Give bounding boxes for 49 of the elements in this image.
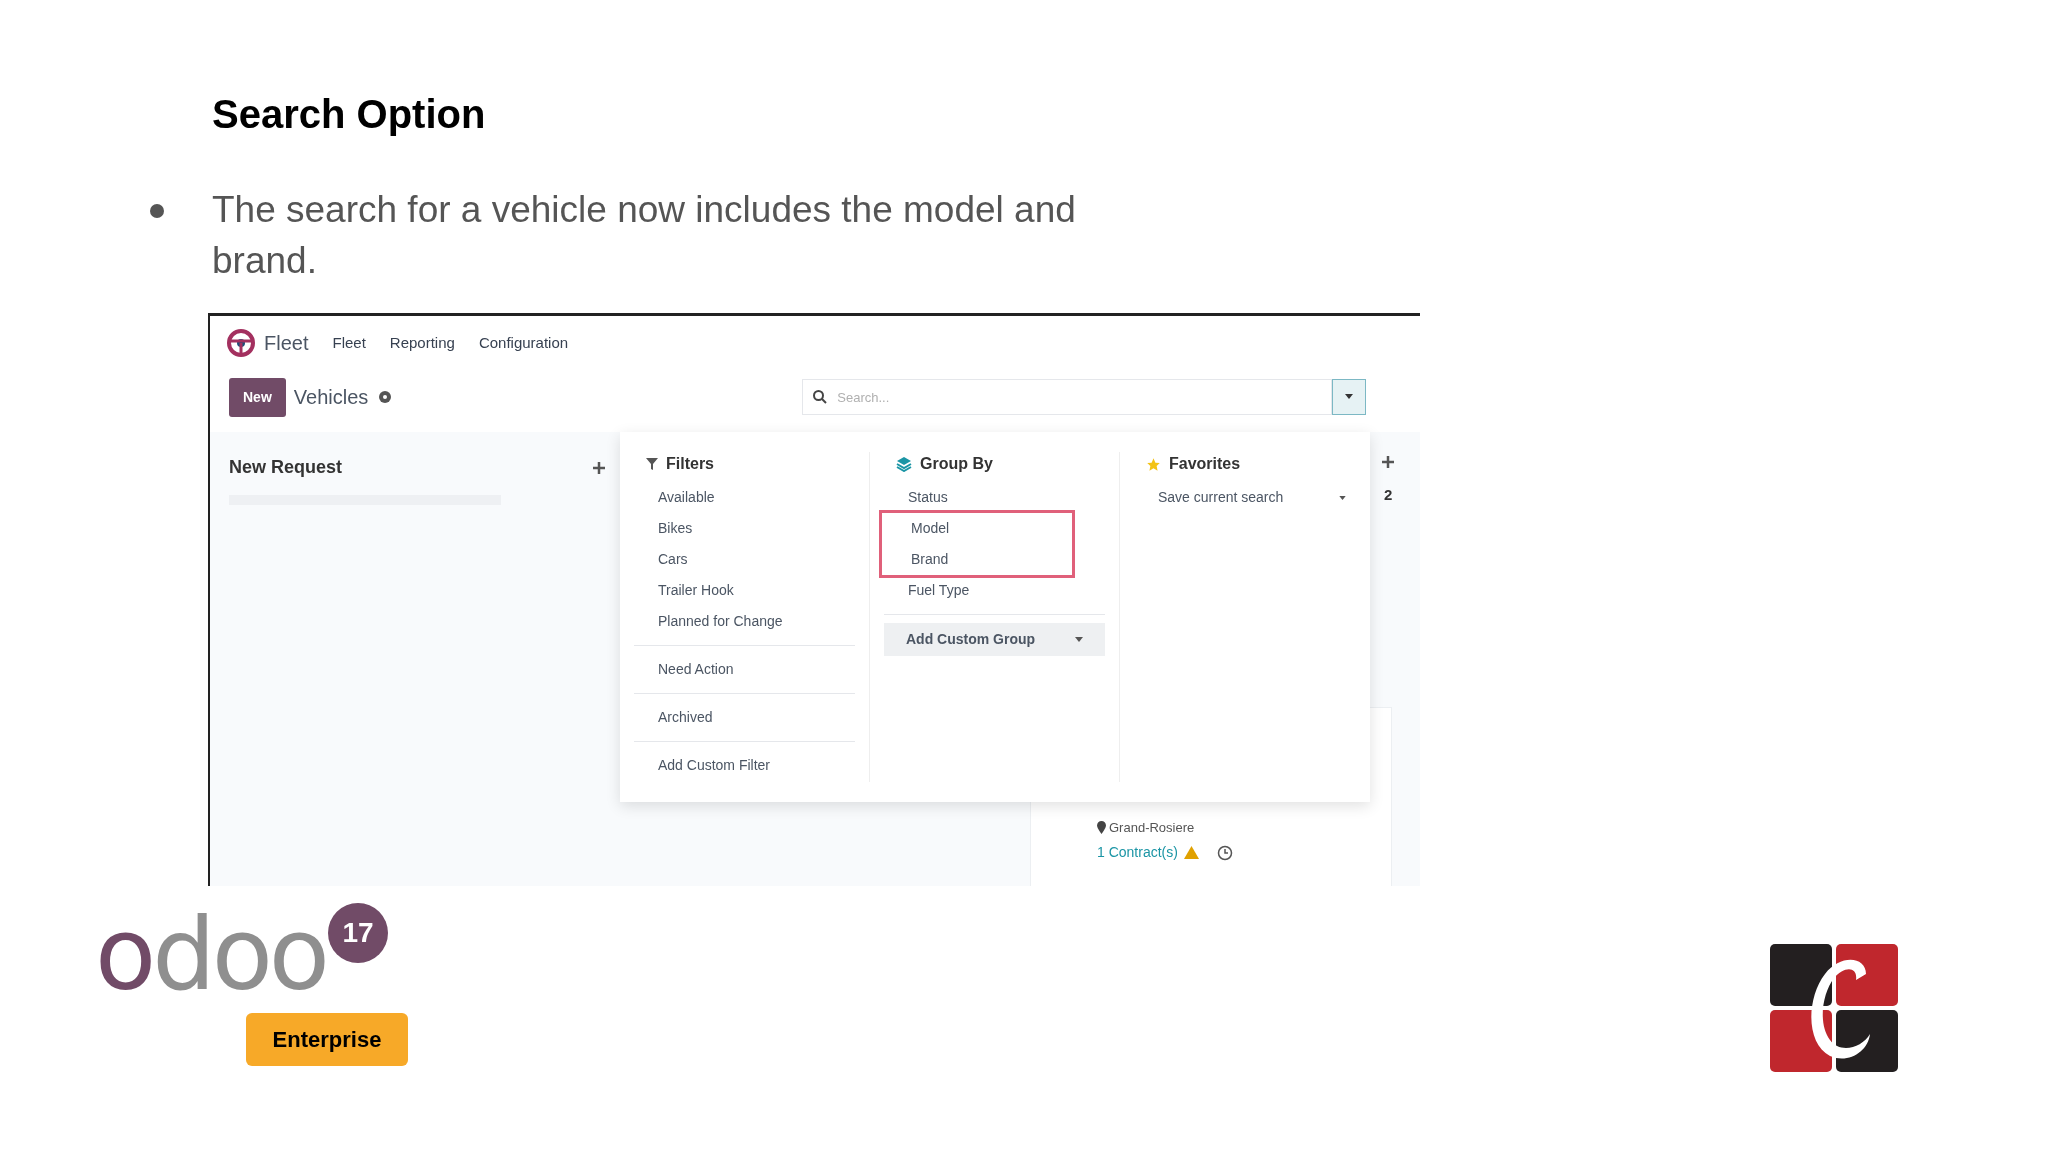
filter-option[interactable]: Bikes bbox=[634, 513, 855, 544]
menu-item[interactable]: Fleet bbox=[332, 331, 366, 355]
menu-item[interactable]: Configuration bbox=[478, 331, 569, 355]
new-button[interactable]: New bbox=[229, 377, 286, 417]
steering-wheel-icon bbox=[226, 328, 256, 358]
add-custom-group-select[interactable]: Add Custom Group bbox=[884, 623, 1105, 656]
card-location: Grand-Rosiere bbox=[1109, 819, 1195, 837]
app-name[interactable]: Fleet bbox=[264, 328, 309, 358]
version-badge: 17 bbox=[328, 903, 389, 963]
search-field[interactable]: Search... bbox=[802, 379, 1333, 415]
add-icon[interactable] bbox=[1382, 456, 1394, 468]
layers-icon bbox=[896, 456, 912, 472]
slide-title: Search Option bbox=[212, 91, 487, 138]
group-by-option[interactable]: Model bbox=[887, 513, 1072, 544]
odoo-wordmark: odoo bbox=[95, 905, 327, 1005]
filter-option[interactable]: Need Action bbox=[634, 654, 855, 685]
group-by-option[interactable]: Status bbox=[884, 482, 1105, 513]
filter-option[interactable]: Planned for Change bbox=[634, 606, 855, 637]
edition-badge: Enterprise bbox=[246, 1013, 408, 1066]
map-pin-icon bbox=[1097, 821, 1106, 835]
filter-icon bbox=[646, 458, 658, 470]
filters-heading: Filters bbox=[666, 454, 714, 474]
filter-option[interactable]: Archived bbox=[634, 702, 855, 733]
filter-option[interactable]: Cars bbox=[634, 544, 855, 575]
caret-icon bbox=[1075, 637, 1083, 642]
favorites-option[interactable]: Save current search bbox=[1134, 482, 1308, 513]
star-icon bbox=[1146, 456, 1161, 472]
filter-option[interactable]: Trailer Hook bbox=[634, 575, 855, 606]
search-icon bbox=[812, 389, 829, 405]
column-title: New Request bbox=[229, 456, 343, 479]
group-by-option[interactable]: Brand bbox=[887, 544, 1072, 575]
search-dropdown-toggle[interactable] bbox=[1332, 379, 1367, 415]
group-by-heading: Group By bbox=[920, 454, 993, 474]
warning-icon bbox=[1183, 846, 1199, 859]
clock-icon[interactable] bbox=[1216, 844, 1233, 861]
bullet-text: The search for a vehicle now includes the model and brand. bbox=[212, 188, 1077, 283]
group-by-option[interactable]: Fuel Type bbox=[884, 575, 1105, 606]
gear-icon[interactable] bbox=[378, 390, 393, 404]
breadcrumb[interactable]: Vehicles bbox=[293, 382, 369, 412]
add-icon[interactable] bbox=[593, 461, 605, 474]
menu-item[interactable]: Reporting bbox=[389, 331, 455, 355]
favorites-heading: Favorites bbox=[1169, 454, 1241, 474]
brand-logo-icon bbox=[1770, 944, 1898, 1072]
column-count: 2 bbox=[1384, 485, 1393, 505]
filter-option[interactable]: Available bbox=[634, 482, 855, 513]
caret-icon bbox=[1344, 394, 1355, 400]
contracts-link[interactable]: 1 Contract(s) bbox=[1097, 842, 1178, 863]
add-custom-filter[interactable]: Add Custom Filter bbox=[634, 750, 855, 781]
caret-icon[interactable] bbox=[1339, 495, 1346, 500]
